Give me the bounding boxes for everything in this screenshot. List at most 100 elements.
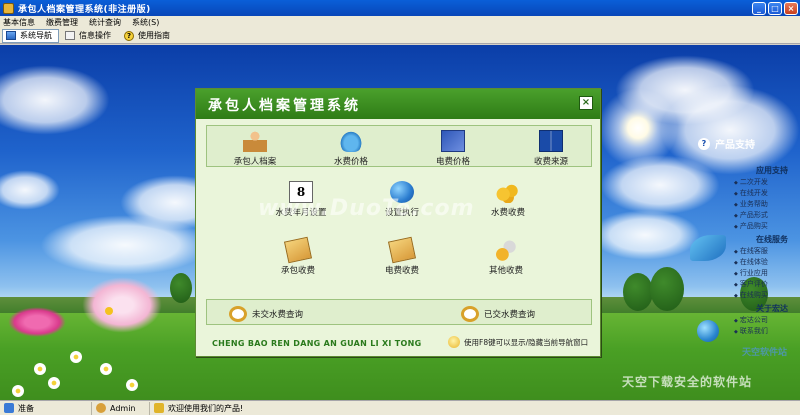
menu-statistics[interactable]: 统计查询 <box>89 17 121 28</box>
cash-icon <box>283 236 313 264</box>
dialog-title: 承包人档案管理系统 <box>208 98 361 114</box>
water-fee-collect-button[interactable]: 水费收费 <box>468 181 548 218</box>
link-item[interactable]: 业务帮助 <box>698 199 800 210</box>
watermark-bottom: 天空下载安全的软件站 <box>622 375 753 389</box>
status-bar: 准备 Admin 欢迎使用我们的产品! <box>0 400 800 415</box>
window-title: 承包人档案管理系统(非注册版) <box>18 4 151 15</box>
flower-center <box>105 307 113 315</box>
contractor-archive-label: 承包人档案 <box>233 157 277 167</box>
nav-icon <box>6 31 16 40</box>
status-user: Admin <box>92 401 150 415</box>
link-item[interactable]: 产品购买 <box>698 221 800 232</box>
coins-icon <box>496 181 520 203</box>
ready-icon <box>4 403 14 413</box>
toolbar: 系统导航 信息操作 ? 使用指南 <box>0 28 800 44</box>
link-item[interactable]: 在线购买 <box>698 290 800 301</box>
cloud-decoration <box>0 170 60 210</box>
link-item[interactable]: 在线开发 <box>698 188 800 199</box>
product-support-header: ? 产品支持 <box>698 136 800 151</box>
electricity-price-label: 电费价格 <box>435 157 470 167</box>
toolbar-nav-label: 系统导航 <box>20 31 52 40</box>
tree <box>623 273 653 311</box>
dialog-header: 承包人档案管理系统 × <box>196 89 600 119</box>
pink-flower <box>8 307 66 337</box>
message-icon <box>154 403 164 413</box>
cash-icon <box>387 236 417 264</box>
cloud-decoration <box>590 210 700 260</box>
toolbar-nav-button[interactable]: 系统导航 <box>2 28 59 43</box>
electricity-fee-button[interactable]: 电费收费 <box>362 236 442 276</box>
daisy <box>126 379 138 391</box>
link-item[interactable]: 联系我们 <box>698 326 800 337</box>
user-icon <box>96 403 106 413</box>
daisy <box>100 363 112 375</box>
footer-hint-text: 使用F8键可以显示/隐藏当前导航窗口 <box>464 337 589 347</box>
maximize-button[interactable]: □ <box>768 1 782 15</box>
link-item[interactable]: 在线体验 <box>698 257 800 268</box>
section-about: 关于宏达 <box>756 304 788 313</box>
question-icon: ? <box>698 137 710 150</box>
cloud-decoration <box>0 65 110 135</box>
link-item[interactable]: 产品形式 <box>698 210 800 221</box>
contract-fee-label: 承包收费 <box>280 266 315 276</box>
other-fee-button[interactable]: 其他收费 <box>466 239 546 276</box>
navigation-dialog: 承包人档案管理系统 × 承包人档案 水费价格 电费价格 收费来源 8 水费年月设… <box>195 88 601 357</box>
tree <box>650 267 684 311</box>
pink-flower <box>82 277 162 333</box>
contractor-archive-button[interactable]: 承包人档案 <box>215 130 295 167</box>
query-band: 未交水费查询 已交水费查询 <box>206 299 592 325</box>
water-price-button[interactable]: 水费价格 <box>311 130 391 167</box>
top-function-band: 承包人档案 水费价格 电费价格 收费来源 <box>206 125 592 167</box>
toolbar-help-button[interactable]: ? 使用指南 <box>120 29 177 43</box>
fee-source-button[interactable]: 收费来源 <box>511 130 591 167</box>
magnifier-icon <box>229 306 247 322</box>
app-icon <box>3 2 14 14</box>
link-item[interactable]: 宏达公司 <box>698 315 800 326</box>
person-icon <box>243 130 267 152</box>
paid-water-query-label[interactable]: 已交水费查询 <box>484 308 535 320</box>
contract-fee-button[interactable]: 承包收费 <box>258 236 338 276</box>
dialog-footer-hint: 使用F8键可以显示/隐藏当前导航窗口 <box>448 336 588 348</box>
section-app-support: 应用支持 <box>756 166 788 175</box>
cloud-decoration <box>40 215 210 275</box>
dialog-close-button[interactable]: × <box>579 96 593 110</box>
menu-basic-info[interactable]: 基本信息 <box>3 17 35 28</box>
water-drop-icon <box>339 130 363 152</box>
water-price-label: 水费价格 <box>333 157 368 167</box>
water-fee-collect-label: 水费收费 <box>490 208 525 218</box>
unpaid-water-query-label[interactable]: 未交水费查询 <box>252 308 303 320</box>
title-bar: 承包人档案管理系统(非注册版) _ □ × <box>0 0 800 16</box>
toolbar-info-button[interactable]: 信息操作 <box>61 29 118 43</box>
link-item[interactable]: 二次开发 <box>698 177 800 188</box>
toolbar-info-label: 信息操作 <box>79 31 111 40</box>
status-welcome-text: 欢迎使用我们的产品! <box>168 403 244 413</box>
status-ready-text: 准备 <box>18 403 34 413</box>
help-icon: ? <box>124 30 134 41</box>
paid-water-query-button[interactable]: 已交水费查询 <box>461 306 535 322</box>
other-fee-label: 其他收费 <box>488 266 523 276</box>
menu-system[interactable]: 系统(S) <box>132 17 159 28</box>
link-item[interactable]: 在线客服 <box>698 246 800 257</box>
link-item[interactable]: 客户评价 <box>698 279 800 290</box>
status-welcome: 欢迎使用我们的产品! <box>150 402 247 415</box>
magnifier-icon <box>461 306 479 322</box>
lightbulb-icon <box>448 336 460 348</box>
product-support-title: 产品支持 <box>715 140 755 151</box>
electricity-icon <box>441 130 465 152</box>
book-icon <box>539 130 563 152</box>
section-online-service: 在线服务 <box>756 235 788 244</box>
electricity-fee-label: 电费收费 <box>384 266 419 276</box>
minimize-button[interactable]: _ <box>752 1 766 15</box>
daisy <box>34 363 46 375</box>
daisy <box>70 351 82 363</box>
unpaid-water-query-button[interactable]: 未交水费查询 <box>229 306 303 322</box>
close-button[interactable]: × <box>784 1 798 15</box>
dialog-footer-pinyin: CHENG BAO REN DANG AN GUAN LI XI TONG <box>212 339 422 348</box>
watermark-logo: 天空软件站 <box>742 348 788 358</box>
watermark-text: www.DuoTe.com <box>258 196 475 221</box>
menu-payment[interactable]: 缴费管理 <box>46 17 78 28</box>
electricity-price-button[interactable]: 电费价格 <box>413 130 493 167</box>
status-user-text: Admin <box>110 403 136 413</box>
fee-source-label: 收费来源 <box>533 157 568 167</box>
link-item[interactable]: 行业应用 <box>698 268 800 279</box>
